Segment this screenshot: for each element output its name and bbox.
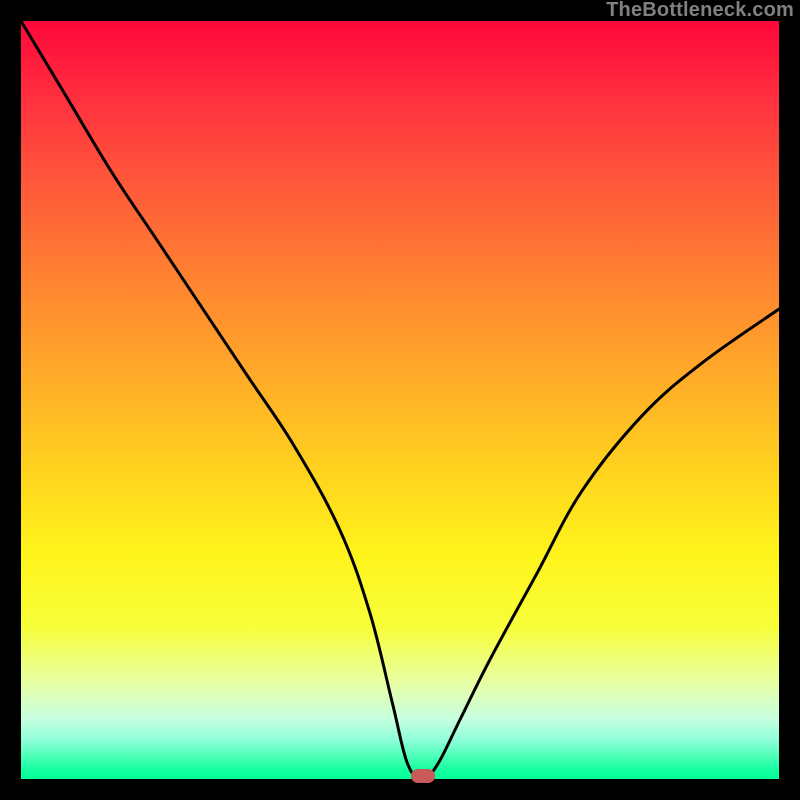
watermark-text: TheBottleneck.com	[606, 0, 794, 20]
bottleneck-curve	[21, 21, 779, 779]
chart-frame: TheBottleneck.com	[0, 0, 800, 800]
optimal-point-marker	[411, 769, 435, 783]
chart-plot-area	[21, 21, 779, 779]
